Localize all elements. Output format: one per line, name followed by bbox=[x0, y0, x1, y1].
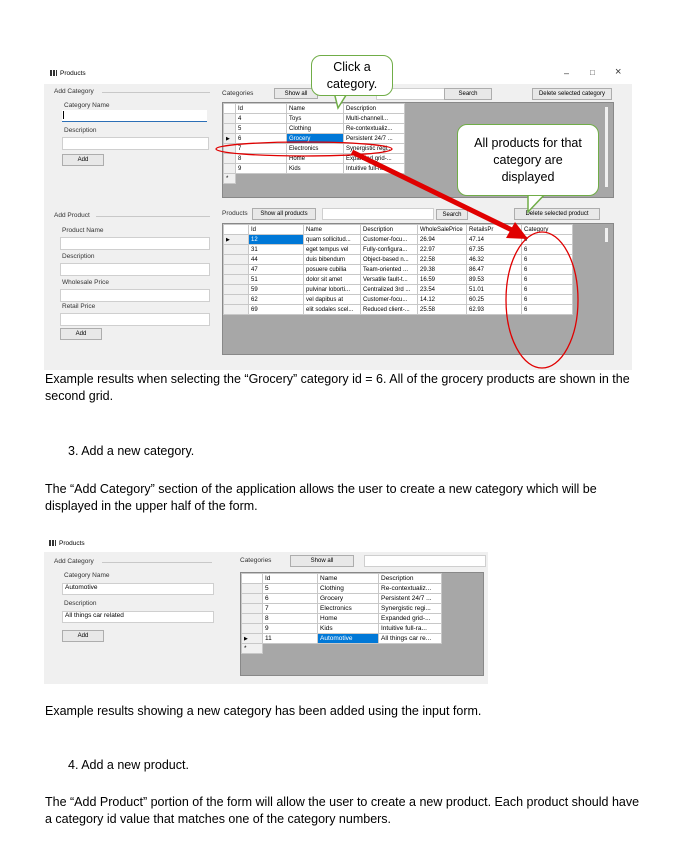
table-cell[interactable]: Persistent 24/7 ... bbox=[378, 593, 442, 604]
paragraph-4: The “Add Product” portion of the form wi… bbox=[45, 795, 640, 826]
category-name-input[interactable]: Automotive bbox=[62, 583, 214, 595]
row-header bbox=[241, 573, 263, 584]
table-row[interactable]: 8 Home Expanded grid-... bbox=[241, 613, 442, 624]
table-cell[interactable]: Intuitive full-ra... bbox=[378, 623, 442, 634]
products-window-2: Products Add Category Category Name Auto… bbox=[44, 534, 488, 684]
table-cell[interactable]: Re-contextualiz... bbox=[378, 583, 442, 594]
column-header[interactable]: Name bbox=[317, 573, 379, 584]
show-all-categories-button[interactable]: Show all bbox=[290, 555, 354, 567]
input-value: Automotive bbox=[65, 584, 98, 591]
step-3-heading: 3. Add a new category. bbox=[68, 444, 195, 458]
click-category-callout: Click a category. bbox=[311, 55, 393, 96]
add-category-button[interactable]: Add bbox=[62, 630, 104, 642]
table-cell[interactable]: Grocery bbox=[317, 593, 379, 604]
column-header[interactable]: Description bbox=[378, 573, 442, 584]
category-description-input[interactable]: All things car related bbox=[62, 611, 214, 623]
table-cell[interactable]: 7 bbox=[262, 603, 318, 614]
empty-cell bbox=[378, 643, 442, 654]
table-cell[interactable]: 11 bbox=[262, 633, 318, 644]
all-products-callout: All products for that category are displ… bbox=[457, 124, 599, 196]
window-title: Products bbox=[59, 540, 85, 547]
grocery-row-ellipse bbox=[215, 141, 393, 157]
table-cell[interactable]: 9 bbox=[262, 623, 318, 634]
table-cell[interactable]: Home bbox=[317, 613, 379, 624]
step-4-heading: 4. Add a new product. bbox=[68, 758, 189, 772]
table-cell[interactable]: Expanded grid-... bbox=[378, 613, 442, 624]
table-cell[interactable]: All things car re... bbox=[378, 633, 442, 644]
callout-text: All products for that category are displ… bbox=[474, 135, 582, 184]
table-cell[interactable]: Electronics bbox=[317, 603, 379, 614]
categories-label: Categories bbox=[240, 557, 272, 564]
table-row[interactable]: 7 Electronics Synergistic regi... bbox=[241, 603, 442, 614]
table-cell[interactable]: Synergistic regi... bbox=[378, 603, 442, 614]
empty-cell bbox=[317, 643, 379, 654]
column-header[interactable]: Id bbox=[262, 573, 318, 584]
current-row-marker: ▶ bbox=[241, 633, 263, 644]
paragraph-3: The “Add Category” section of the applic… bbox=[45, 482, 597, 513]
table-cell[interactable]: 8 bbox=[262, 613, 318, 624]
categories-grid: Id Name Description 5 Clothing Re-contextu… bbox=[240, 572, 484, 676]
add-category-section: Add Category bbox=[54, 558, 94, 565]
table-cell[interactable]: 6 bbox=[262, 593, 318, 604]
row-header bbox=[241, 623, 263, 634]
table-cell[interactable]: 5 bbox=[262, 583, 318, 594]
table-cell[interactable]: Clothing bbox=[317, 583, 379, 594]
caption-1: Example results when selecting the “Groc… bbox=[45, 372, 630, 403]
category-description-label: Description bbox=[64, 600, 97, 607]
row-header bbox=[241, 603, 263, 614]
title-bar bbox=[44, 534, 488, 552]
category-search-input[interactable] bbox=[364, 555, 486, 567]
row-header bbox=[241, 613, 263, 624]
new-row-marker: * bbox=[241, 643, 263, 654]
callout-text: Click a category. bbox=[326, 59, 378, 91]
category-name-label: Category Name bbox=[64, 572, 110, 579]
row-header bbox=[241, 593, 263, 604]
selected-cell[interactable]: Automotive bbox=[317, 633, 379, 644]
empty-cell bbox=[262, 643, 318, 654]
divider bbox=[102, 562, 212, 563]
table-row[interactable]: 5 Clothing Re-contextualiz... bbox=[241, 583, 442, 594]
category-column-ellipse bbox=[505, 231, 579, 369]
table-row[interactable]: 6 Grocery Persistent 24/7 ... bbox=[241, 593, 442, 604]
table-row-selected[interactable]: ▶ 11 Automotive All things car re... bbox=[241, 633, 442, 644]
app-icon bbox=[49, 540, 56, 546]
caption-2: Example results showing a new category h… bbox=[45, 704, 482, 718]
input-value: All things car related bbox=[65, 612, 124, 619]
table-cell[interactable]: Kids bbox=[317, 623, 379, 634]
categories-table: Id Name Description 5 Clothing Re-contextu… bbox=[241, 573, 442, 654]
new-row[interactable]: * bbox=[241, 643, 442, 654]
row-header bbox=[241, 583, 263, 594]
table-row[interactable]: 9 Kids Intuitive full-ra... bbox=[241, 623, 442, 634]
